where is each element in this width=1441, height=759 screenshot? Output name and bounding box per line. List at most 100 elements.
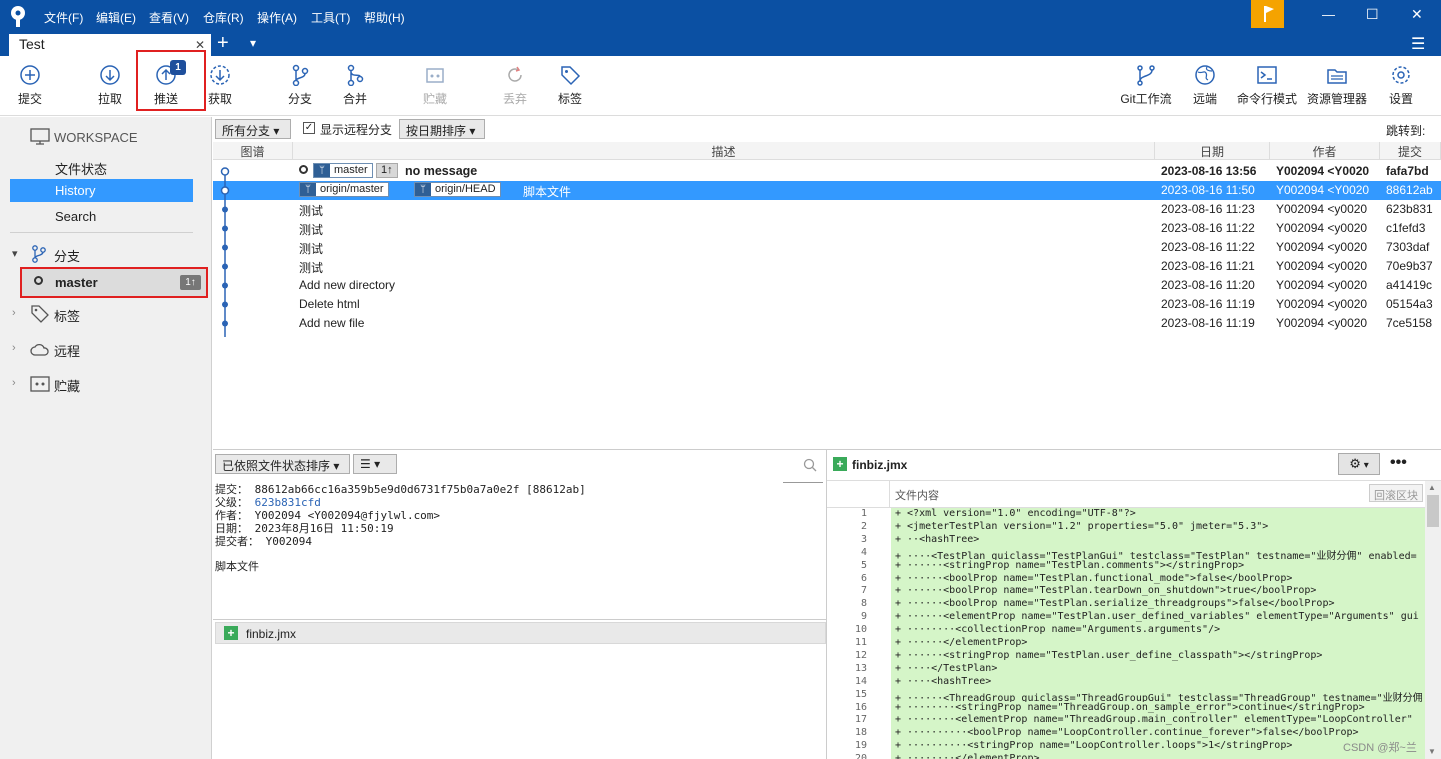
menu-view[interactable]: 查看(V) [149, 9, 189, 26]
branches-expand-icon[interactable]: ▾ [12, 247, 18, 260]
settings-button[interactable]: 设置 [1386, 64, 1416, 107]
show-remote-label: 显示远程分支 [320, 123, 393, 137]
line-text: + <jmeterTestPlan version="1.2" properti… [891, 520, 1425, 534]
menu-repository[interactable]: 仓库(R) [203, 9, 244, 26]
menu-actions[interactable]: 操作(A) [257, 9, 297, 26]
sidebar-branch-master[interactable]: master 1↑ [20, 267, 208, 298]
tags-expand-icon[interactable]: › [12, 307, 16, 319]
menu-edit[interactable]: 编辑(E) [96, 9, 136, 26]
fetch-label: 获取 [207, 92, 232, 106]
terminal-button[interactable]: 命令行模式 [1235, 64, 1299, 107]
changed-file-row[interactable]: + finbiz.jmx [215, 622, 826, 644]
menu-file[interactable]: 文件(F) [44, 9, 83, 26]
commit-row[interactable]: 测试 2023-08-16 11:23 Y002094 <y0020 623b8… [213, 200, 1441, 219]
line-text: + ······</elementProp> [891, 637, 1425, 650]
minimize-button[interactable]: — [1322, 7, 1335, 22]
commit-button[interactable]: 提交 [12, 64, 48, 107]
graph-node [220, 167, 230, 176]
menu-tools[interactable]: 工具(T) [311, 9, 350, 26]
stash-button[interactable]: 贮藏 [417, 64, 453, 107]
sidebar-section-stashes[interactable]: 贮藏 [54, 376, 80, 395]
sidebar-section-tags[interactable]: 标签 [54, 306, 80, 325]
commit-row[interactable]: 测试 2023-08-16 11:22 Y002094 <y0020 7303d… [213, 238, 1441, 257]
diff-line: 5 + ······<stringProp name="TestPlan.comm… [827, 559, 1425, 573]
scrollbar-thumb[interactable] [1427, 495, 1439, 527]
branch-filter-dropdown[interactable]: 所有分支 ▾ [215, 119, 291, 139]
sort-dropdown[interactable]: 按日期排序 ▾ [399, 119, 485, 139]
ahead-badge: 1↑ [180, 275, 201, 290]
stashes-expand-icon[interactable]: › [12, 377, 16, 389]
commit-row[interactable]: ᛘ master 1↑ no message 2023-08-16 13:56 Y… [213, 162, 1441, 181]
pull-icon [100, 65, 120, 85]
tag-icon [561, 66, 581, 86]
explorer-button[interactable]: 资源管理器 [1305, 64, 1369, 107]
commit-row[interactable]: Delete html 2023-08-16 11:19 Y002094 <y0… [213, 295, 1441, 314]
divider [783, 482, 823, 483]
flag-button[interactable] [1251, 0, 1284, 28]
column-author[interactable]: 作者 [1270, 142, 1380, 160]
monitor-icon [30, 128, 50, 145]
terminal-icon [1257, 66, 1277, 84]
tab-dropdown-icon[interactable]: ▾ [250, 36, 256, 50]
pull-button[interactable]: 拉取 [92, 64, 128, 107]
commit-row[interactable]: Add new directory 2023-08-16 11:20 Y0020… [213, 276, 1441, 295]
explorer-label: 资源管理器 [1306, 92, 1367, 106]
maximize-button[interactable]: ☐ [1366, 6, 1379, 23]
add-tab-button[interactable]: + [217, 32, 229, 55]
sidebar-item-search[interactable]: Search [55, 209, 96, 224]
terminal-label: 命令行模式 [1236, 92, 1297, 106]
commit-date: 2023-08-16 11:21 [1161, 259, 1255, 273]
fetch-icon [210, 65, 230, 85]
gitflow-button[interactable]: Git工作流 [1118, 64, 1174, 107]
diff-options-button[interactable]: ⚙ ▾ [1338, 453, 1380, 475]
line-number: 5 [860, 559, 867, 571]
parent-line: 父级： 623b831cfd [215, 496, 586, 509]
commit-row[interactable]: 测试 2023-08-16 11:22 Y002094 <y0020 c1fef… [213, 219, 1441, 238]
current-branch-icon [34, 276, 43, 285]
commit-hash: 7303daf [1386, 240, 1430, 254]
globe-icon [1195, 65, 1215, 85]
discard-icon [508, 66, 522, 82]
commit-row[interactable]: 测试 2023-08-16 11:21 Y002094 <y0020 70e9b… [213, 257, 1441, 276]
hamburger-menu-icon[interactable]: ☰ [1411, 34, 1425, 54]
vertical-scrollbar[interactable]: ▲ ▼ [1425, 481, 1441, 759]
commit-row[interactable]: Add new file 2023-08-16 11:19 Y002094 <y… [213, 314, 1441, 333]
watermark: CSDN @郑~兰 [1343, 742, 1417, 754]
search-icon[interactable] [803, 458, 817, 472]
line-text: + <?xml version="1.0" encoding="UTF-8"?> [891, 508, 1425, 521]
close-button[interactable]: ✕ [1411, 6, 1423, 23]
column-date[interactable]: 日期 [1155, 142, 1270, 160]
sidebar-section-branches[interactable]: 分支 [54, 246, 80, 265]
sidebar-item-file-status[interactable]: 文件状态 [55, 159, 107, 178]
diff-line: 17 + ········<elementProp name="ThreadGro… [827, 714, 1425, 728]
column-commit[interactable]: 提交 [1380, 142, 1441, 160]
menu-help[interactable]: 帮助(H) [364, 9, 405, 26]
sidebar-section-remotes[interactable]: 远程 [54, 341, 80, 360]
more-options-icon[interactable]: ••• [1390, 454, 1407, 472]
line-text: + ······<boolProp name="TestPlan.seriali… [891, 598, 1425, 612]
tag-button[interactable]: 标签 [552, 64, 588, 107]
scroll-up-icon[interactable]: ▲ [1428, 483, 1436, 492]
column-graph[interactable]: 图谱 [213, 142, 293, 160]
column-description[interactable]: 描述 [293, 142, 1155, 160]
merge-button[interactable]: 合并 [337, 64, 373, 107]
show-remote-checkbox[interactable]: ✓ [303, 122, 315, 134]
line-number: 3 [860, 533, 867, 545]
discard-button[interactable]: 丢弃 [497, 64, 533, 107]
file-sort-dropdown[interactable]: 已依照文件状态排序 ▾ [215, 454, 350, 474]
diff-line: 10 + ········<collectionProp name="Argume… [827, 624, 1425, 638]
sidebar-item-history[interactable]: History [10, 179, 193, 202]
revert-hunk-button[interactable]: 回滚区块 [1369, 484, 1423, 502]
commit-description: Add new file [299, 316, 365, 330]
fetch-button[interactable]: 获取 [202, 64, 238, 107]
view-mode-dropdown[interactable]: ☰ ▾ [353, 454, 397, 474]
parent-link[interactable]: 623b831cfd [255, 496, 321, 509]
line-number: 8 [860, 598, 867, 610]
remote-button[interactable]: 远端 [1188, 64, 1222, 107]
line-number: 18 [854, 727, 867, 739]
toolbar: 提交 拉取 推送 1 获取 分支 合并 贮藏 丢弃 标签 Git工作流 远端 命… [0, 50, 1441, 116]
branch-button[interactable]: 分支 [282, 64, 318, 107]
remotes-expand-icon[interactable]: › [12, 342, 16, 354]
commit-row-selected[interactable]: ᛘ origin/master ᛘ origin/HEAD 脚本文件 2023-08… [213, 181, 1441, 200]
scroll-down-icon[interactable]: ▼ [1428, 747, 1436, 756]
